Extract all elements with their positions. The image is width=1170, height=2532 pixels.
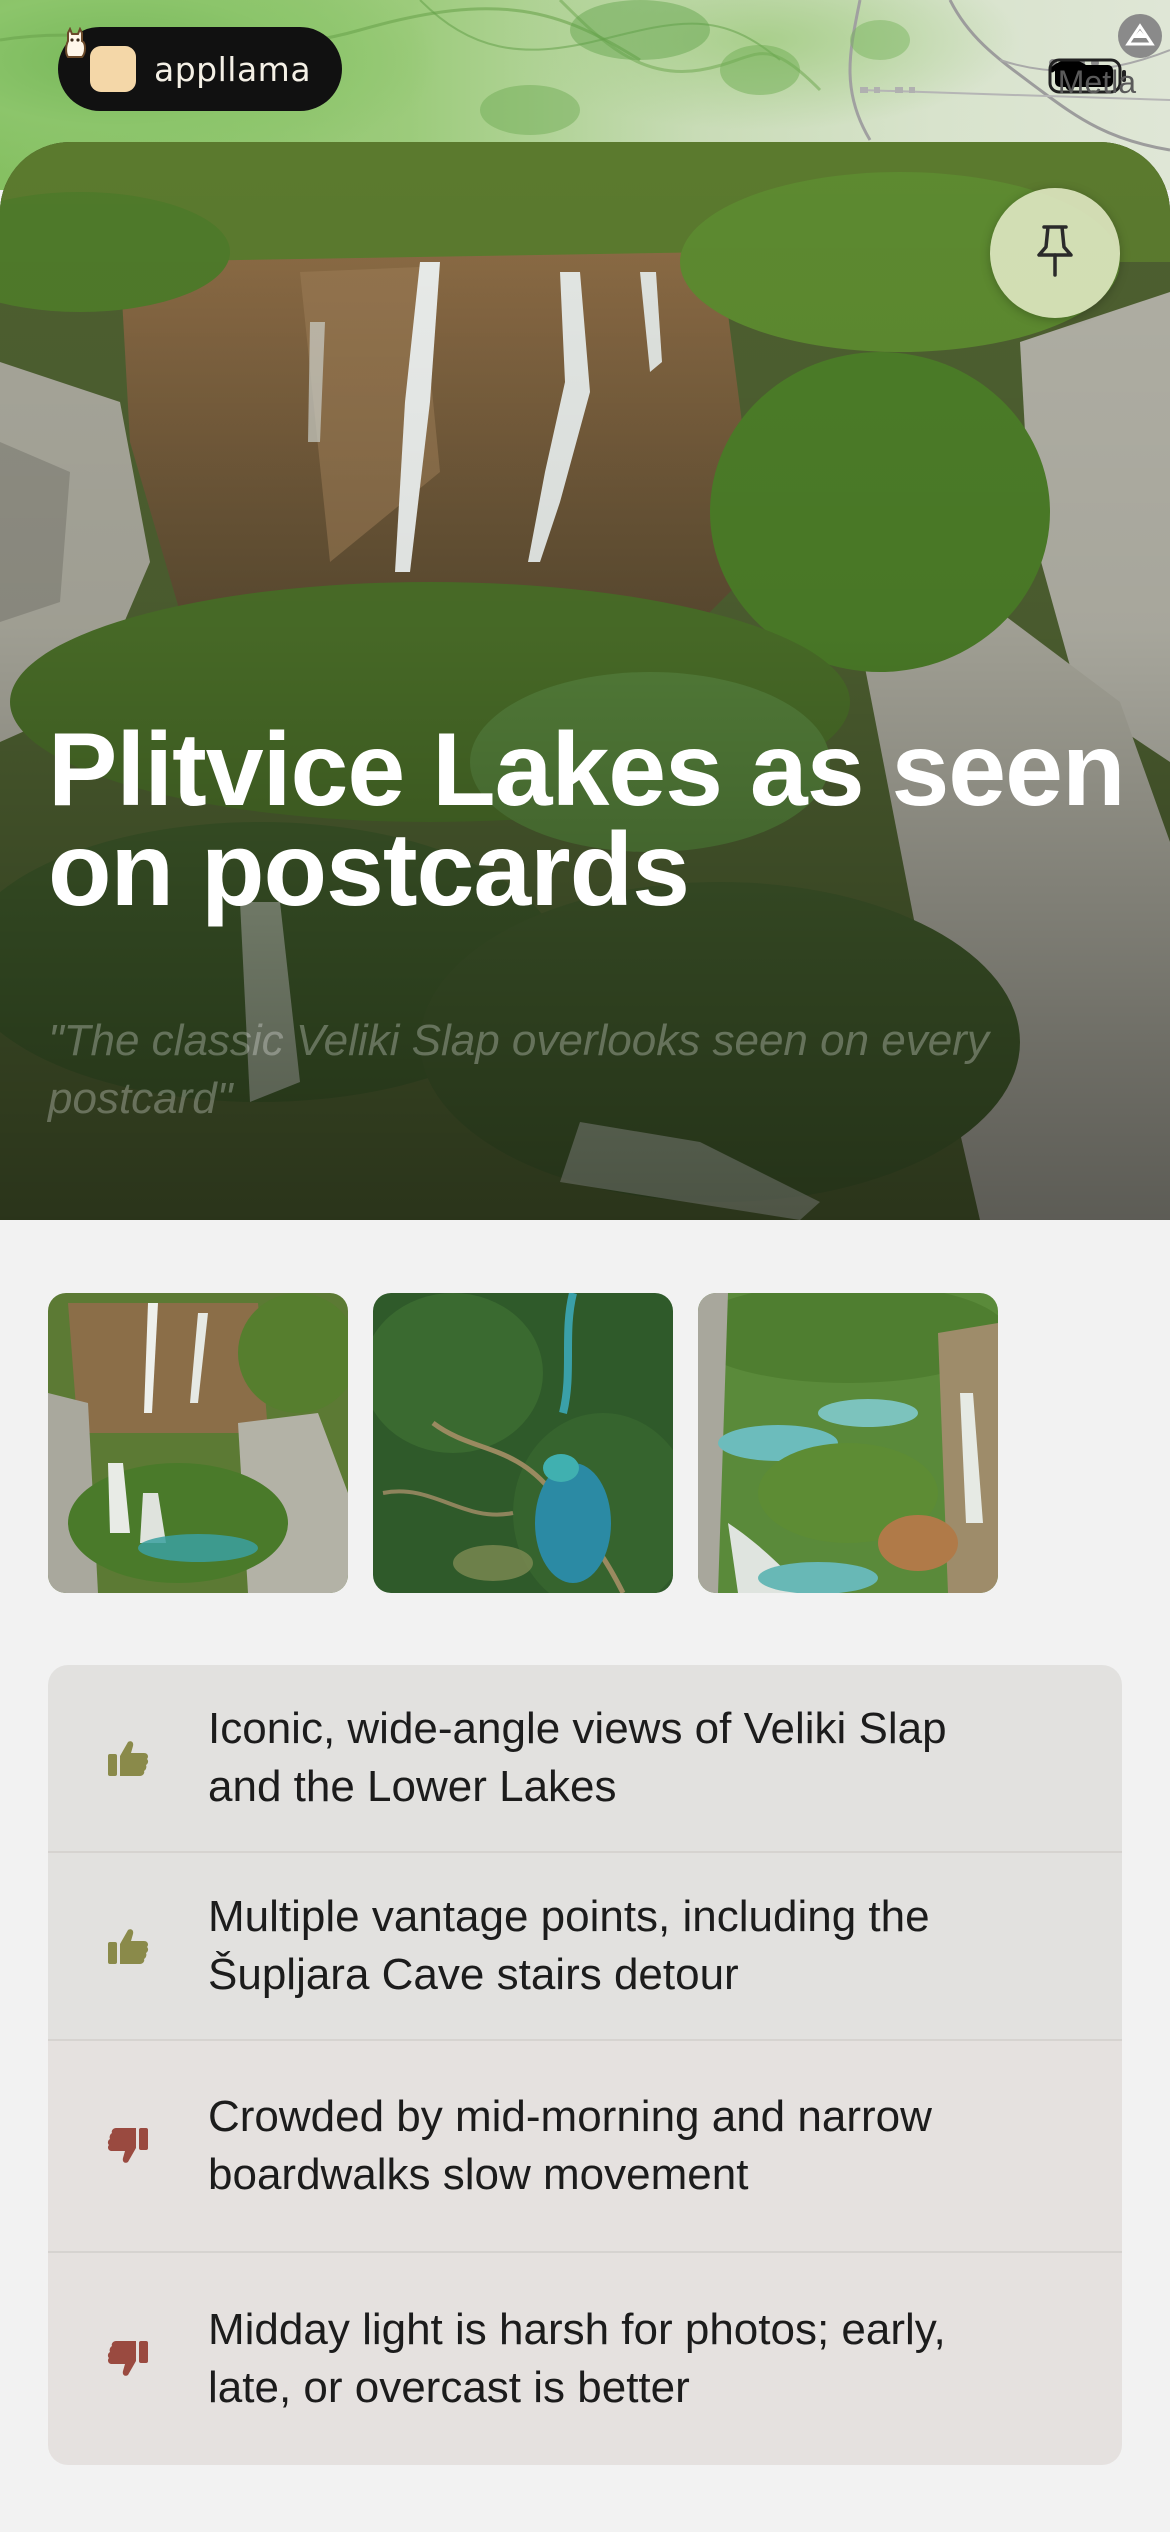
pro-text: Multiple vantage points, including the Š…: [208, 1892, 930, 1999]
pro-text: Iconic, wide-angle views of Veliki Slap …: [208, 1704, 947, 1811]
brand-badge[interactable]: appllama: [58, 27, 342, 111]
pro-item: Iconic, wide-angle views of Veliki Slap …: [48, 1665, 1122, 1853]
hero-card[interactable]: Plitvice Lakes as seen on postcards "The…: [0, 142, 1170, 1220]
lower-lakes-photo: [698, 1293, 998, 1593]
thumbs-down-icon: [48, 2126, 208, 2166]
thumbs-down-icon: [48, 2339, 208, 2379]
page-title: Plitvice Lakes as seen on postcards: [48, 712, 1126, 928]
gallery-thumbnail-1[interactable]: [48, 1293, 348, 1593]
hero-quote: "The classic Veliki Slap overlooks seen …: [48, 1016, 989, 1123]
waterfall-cliffs-photo: [48, 1293, 348, 1593]
photo-gallery: [48, 1293, 998, 1593]
pushpin-icon: [1031, 223, 1079, 284]
con-text: Midday light is harsh for photos; early,…: [208, 2305, 946, 2412]
brand-name: appllama: [154, 49, 312, 89]
aerial-lake-photo: [373, 1293, 673, 1593]
map-place-label: Metla: [1057, 64, 1136, 100]
pin-button[interactable]: [990, 188, 1120, 318]
pro-item: Multiple vantage points, including the Š…: [48, 1853, 1122, 2041]
gallery-thumbnail-2[interactable]: [373, 1293, 673, 1593]
pros-cons-list: Iconic, wide-angle views of Veliki Slap …: [48, 1665, 1122, 2465]
thumbs-up-icon: [48, 1738, 208, 1778]
con-text: Crowded by mid-morning and narrow boardw…: [208, 2092, 932, 2199]
gallery-thumbnail-3[interactable]: [698, 1293, 998, 1593]
llama-logo-icon: [65, 27, 136, 92]
con-item: Midday light is harsh for photos; early,…: [48, 2253, 1122, 2465]
thumbs-up-icon: [48, 1926, 208, 1966]
con-item: Crowded by mid-morning and narrow boardw…: [48, 2041, 1122, 2253]
